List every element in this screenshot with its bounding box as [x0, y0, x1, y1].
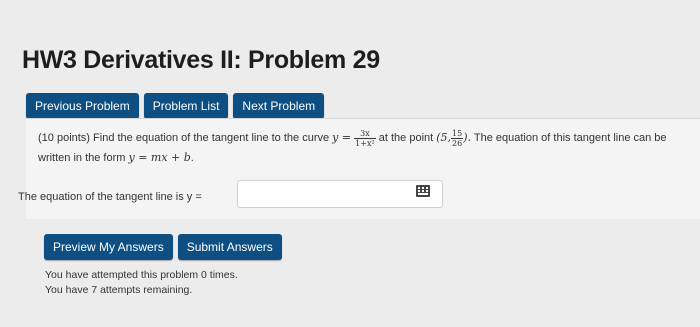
- answer-label: The equation of the tangent line is y =: [18, 191, 202, 203]
- preview-answers-button[interactable]: Preview My Answers: [44, 234, 173, 260]
- attempts-status: You have attempted this problem 0 times.…: [45, 268, 238, 298]
- point-denominator: 26: [452, 138, 463, 148]
- curve-fraction: 3x 1+x²: [354, 129, 376, 148]
- problem-nav: Previous Problem Problem List Next Probl…: [26, 93, 325, 119]
- form-end: .: [190, 152, 194, 164]
- point-numerator: 15: [451, 128, 464, 139]
- point-close: ).: [463, 131, 472, 144]
- problem-text-a: Find the equation of the tangent line to…: [93, 132, 330, 144]
- curve-lhs: y =: [332, 131, 352, 144]
- submit-answers-button[interactable]: Submit Answers: [177, 234, 282, 260]
- curve-numerator: 3x: [354, 129, 376, 139]
- point-fraction: 15 26: [451, 128, 464, 148]
- attempted-count-text: You have attempted this problem 0 times.: [45, 269, 238, 281]
- keyboard-icon[interactable]: [411, 181, 435, 201]
- page-title: HW3 Derivatives II: Problem 29: [22, 46, 380, 74]
- problem-list-button[interactable]: Problem List: [143, 93, 229, 119]
- attempts-remaining-text: You have 7 attempts remaining.: [45, 284, 193, 296]
- problem-statement: (10 points) Find the equation of the tan…: [38, 128, 698, 168]
- problem-text-b: at the point: [378, 132, 434, 144]
- previous-problem-button[interactable]: Previous Problem: [26, 93, 139, 119]
- problem-points: (10 points): [38, 132, 90, 144]
- form-equation: y = mx + b: [128, 151, 191, 164]
- curve-denominator: 1+x²: [355, 138, 375, 148]
- next-problem-button[interactable]: Next Problem: [233, 93, 325, 119]
- point-open: (5,: [436, 131, 452, 144]
- answer-actions: Preview My Answers Submit Answers: [44, 234, 282, 260]
